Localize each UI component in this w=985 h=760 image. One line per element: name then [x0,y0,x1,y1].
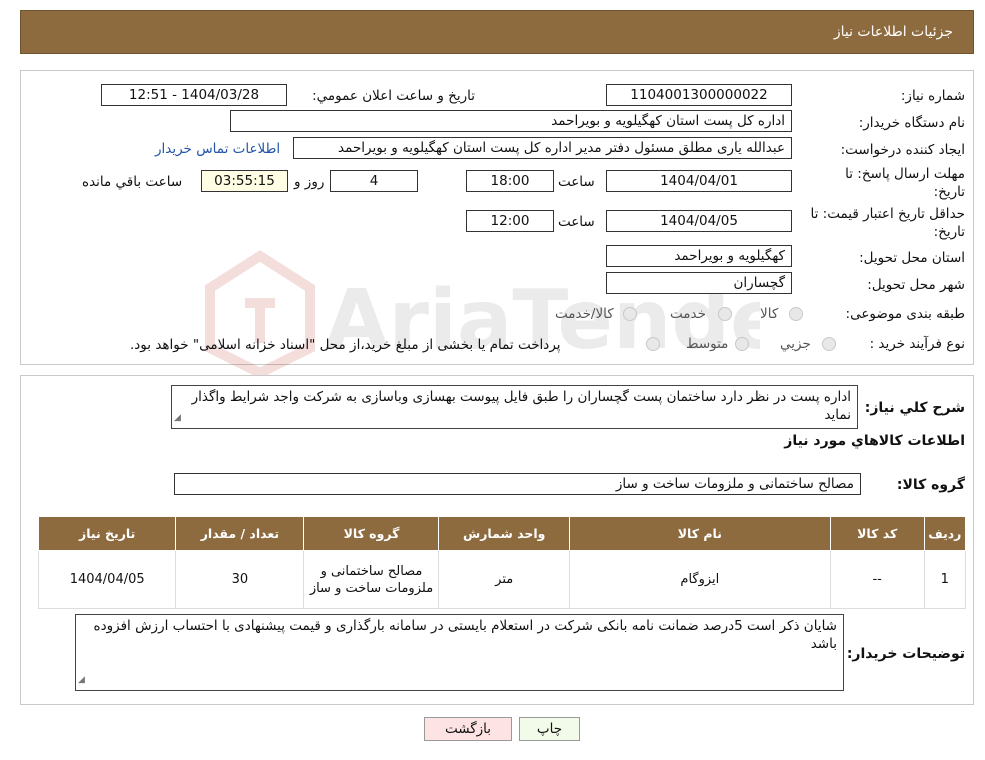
requester-field: عبدالله یاری مطلق مسئول دفتر مدیر اداره … [293,137,792,159]
col-unit: واحد شمارش [438,516,570,551]
days-label: روز و [294,174,325,190]
category-radio-goods-service[interactable] [623,307,637,321]
col-group: گروه کالا [303,516,440,551]
remaining-time-field: 03:55:15 [201,170,288,192]
items-section-title: اطلاعات کالاهاي مورد نیاز [784,433,965,449]
process-note: پرداخت تمام یا بخشی از مبلغ خرید،از محل … [130,337,561,353]
cell-qty: 30 [175,550,305,609]
description-text: اداره پست در نظر دارد ساختمان پست گچسارا… [191,389,851,423]
col-code: کد کالا [829,516,925,551]
process-option-medium: متوسط [686,336,729,352]
category-radio-service[interactable] [718,307,732,321]
table-row: 1 -- ایزوگام متر مصالح ساختمانی و ملزوما… [37,550,967,609]
deadline-date-field: 1404/04/01 [606,170,792,192]
category-label: طبقه بندی موضوعی: [845,306,965,322]
watermark-logo-icon [205,250,315,379]
cell-row: 1 [923,550,967,609]
category-option-goods: کالا [760,306,779,322]
print-button[interactable]: چاپ [519,717,580,741]
goods-group-field: مصالح ساختمانی و ملزومات ساخت و ساز [174,473,861,495]
buyer-notes-label: توضیحات خریدار: [846,646,965,662]
cell-name: ایزوگام [568,550,831,609]
buyer-org-label: نام دستگاه خریدار: [858,115,965,131]
validity-label: حداقل تاریخ اعتبار قیمت: تا تاریخ: [810,206,965,240]
validity-date-field: 1404/04/05 [606,210,792,232]
city-field: گچساران [606,272,792,294]
col-row: ردیف [923,516,967,551]
deadline-time-field: 18:00 [466,170,554,192]
resize-grip-icon: ◢ [78,675,85,685]
deadline-time-label: ساعت [558,174,595,190]
cell-date: 1404/04/05 [37,550,177,609]
category-radio-goods[interactable] [789,307,803,321]
remaining-label: ساعت باقي مانده [82,174,183,190]
category-option-service: خدمت [670,306,706,322]
back-button[interactable]: بازگشت [424,717,512,741]
buyer-org-field: اداره کل پست استان کهگیلویه و بویراحمد [230,110,792,132]
announce-field: 1404/03/28 - 12:51 [101,84,287,106]
cell-group: مصالح ساختمانی و ملزومات ساخت و ساز [303,550,440,609]
contact-info-link[interactable]: اطلاعات تماس خریدار [155,141,280,157]
announce-label: تاریخ و ساعت اعلان عمومي: [312,88,475,104]
category-option-goods-service: کالا/خدمت [555,306,614,322]
description-label: شرح کلي نیاز: [864,400,965,416]
days-field: 4 [330,170,418,192]
need-number-label: شماره نیاز: [900,88,965,104]
cell-unit: متر [438,550,570,609]
col-date: تاریخ نیاز [37,516,177,551]
city-label: شهر محل تحویل: [867,277,965,293]
deadline-label: مهلت ارسال پاسخ: تا تاریخ: [845,166,965,200]
validity-time-label: ساعت [558,214,595,230]
resize-grip-icon: ◢ [174,413,181,423]
buyer-notes-text: شایان ذکر است 5درصد ضمانت نامه بانکی شرک… [93,618,837,652]
page-header: جزئیات اطلاعات نیاز [20,10,974,54]
cell-code: -- [829,550,925,609]
requester-label: ایجاد کننده درخواست: [840,142,965,158]
process-radio-minor[interactable] [822,337,836,351]
process-radio-treasury[interactable] [646,337,660,351]
buyer-notes-textarea[interactable]: شایان ذکر است 5درصد ضمانت نامه بانکی شرک… [75,614,844,691]
process-option-minor: جزیي [780,336,811,352]
need-number-field: 1104001300000022 [606,84,792,106]
validity-time-field: 12:00 [466,210,554,232]
province-field: کهگیلویه و بویراحمد [606,245,792,267]
col-qty: تعداد / مقدار [175,516,305,551]
page-title: جزئیات اطلاعات نیاز [833,24,953,40]
process-label: نوع فرآیند خرید : [869,336,965,352]
items-table-header: ردیف کد کالا نام کالا واحد شمارش گروه کا… [37,516,967,551]
province-label: استان محل تحویل: [859,250,965,266]
goods-group-label: گروه کالا: [896,477,965,493]
description-textarea[interactable]: اداره پست در نظر دارد ساختمان پست گچسارا… [171,385,858,429]
process-radio-medium[interactable] [735,337,749,351]
col-name: نام کالا [568,516,831,551]
items-table: ردیف کد کالا نام کالا واحد شمارش گروه کا… [37,516,967,609]
